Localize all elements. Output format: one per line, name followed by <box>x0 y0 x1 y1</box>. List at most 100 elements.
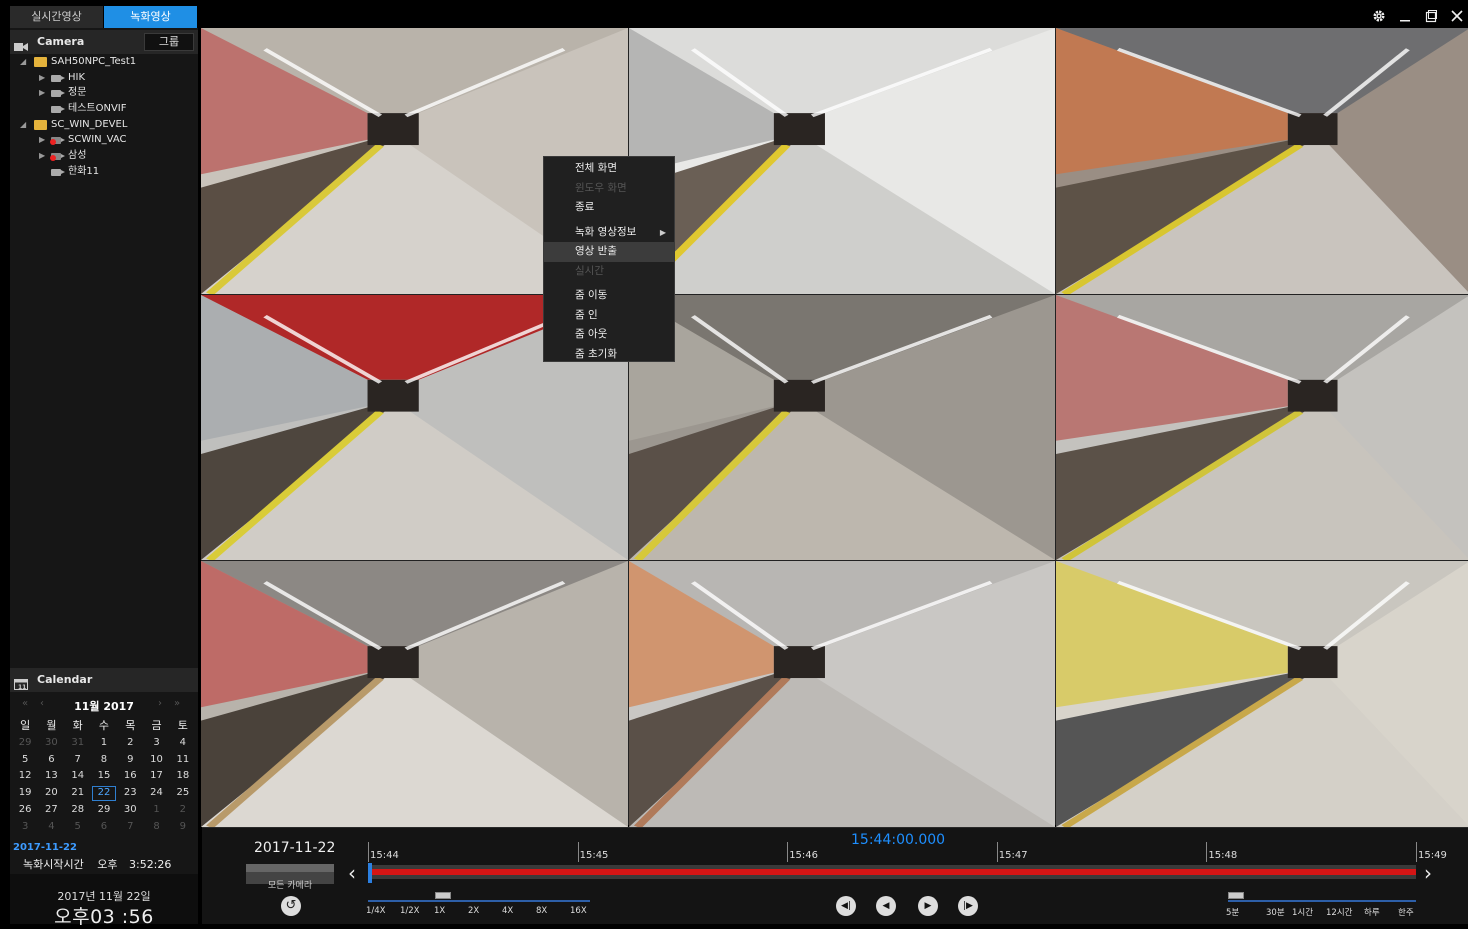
group-button[interactable]: 그룹 <box>144 33 194 51</box>
tree-node[interactable]: ◢ SC_WIN_DEVEL <box>10 117 198 133</box>
speed-option[interactable]: 1/4X <box>366 906 386 916</box>
calendar-day[interactable]: 28 <box>65 802 91 819</box>
video-tile[interactable] <box>1056 561 1468 827</box>
timeline-cursor[interactable] <box>368 863 372 883</box>
calendar-day-selected[interactable]: 22 <box>91 785 117 802</box>
calendar-day[interactable]: 19 <box>12 785 38 802</box>
calendar-day[interactable]: 9 <box>117 752 143 769</box>
play-icon[interactable]: ▶ <box>918 896 938 916</box>
timeline-track[interactable] <box>368 865 1416 879</box>
expand-arrow-icon[interactable]: ▶ <box>39 70 45 86</box>
calendar-day[interactable]: 8 <box>143 819 169 836</box>
range-option[interactable]: 하루 <box>1364 906 1380 918</box>
next-year-icon[interactable]: » <box>174 698 180 709</box>
video-tile[interactable] <box>1056 28 1468 294</box>
calendar-day[interactable]: 26 <box>12 802 38 819</box>
gear-icon[interactable] <box>1372 9 1386 23</box>
calendar-day[interactable]: 6 <box>38 752 64 769</box>
calendar-day[interactable]: 31 <box>65 735 91 752</box>
speed-option[interactable]: 8X <box>536 906 547 916</box>
expand-arrow-icon[interactable]: ▶ <box>39 85 45 101</box>
calendar-day[interactable]: 23 <box>117 785 143 802</box>
calendar-day[interactable]: 2 <box>117 735 143 752</box>
calendar-day[interactable]: 15 <box>91 768 117 785</box>
calendar-day[interactable]: 10 <box>143 752 169 769</box>
calendar-day[interactable]: 29 <box>12 735 38 752</box>
close-icon[interactable] <box>1450 9 1464 23</box>
range-option[interactable]: 한주 <box>1398 906 1414 918</box>
tab-playback[interactable]: 녹화영상 <box>104 6 198 28</box>
calendar-day[interactable]: 4 <box>38 819 64 836</box>
calendar-day[interactable]: 4 <box>170 735 196 752</box>
context-menu-item[interactable]: 줌 인 <box>544 306 674 326</box>
next-month-icon[interactable]: › <box>158 698 162 709</box>
maximize-icon[interactable] <box>1424 9 1438 23</box>
step-forward-icon[interactable]: |▶ <box>958 896 978 916</box>
context-menu-item[interactable]: 줌 초기화 <box>544 345 674 365</box>
calendar-day[interactable]: 1 <box>143 802 169 819</box>
calendar-day[interactable]: 27 <box>38 802 64 819</box>
history-icon[interactable]: ↺ <box>281 896 301 916</box>
range-option[interactable]: 12시간 <box>1326 906 1352 918</box>
calendar-day[interactable]: 1 <box>91 735 117 752</box>
calendar-day[interactable]: 7 <box>65 752 91 769</box>
calendar-day[interactable]: 18 <box>170 768 196 785</box>
step-back-icon[interactable]: ◀| <box>836 896 856 916</box>
context-menu-item[interactable]: 줌 이동 <box>544 286 674 306</box>
calendar-day[interactable]: 3 <box>12 819 38 836</box>
calendar-day[interactable]: 20 <box>38 785 64 802</box>
calendar-day[interactable]: 13 <box>38 768 64 785</box>
calendar-day[interactable]: 29 <box>91 802 117 819</box>
calendar-day[interactable]: 11 <box>170 752 196 769</box>
calendar-day[interactable]: 6 <box>91 819 117 836</box>
tree-node[interactable]: ◢ SAH50NPC_Test1 <box>10 54 198 70</box>
tree-node[interactable]: ▶ 삼성 <box>10 148 198 164</box>
expanded-arrow-icon[interactable]: ◢ <box>20 117 26 133</box>
calendar-day[interactable]: 14 <box>65 768 91 785</box>
speed-slider[interactable] <box>368 900 590 902</box>
range-option[interactable]: 30분 <box>1266 906 1285 918</box>
zoom-range-thumb[interactable] <box>1228 892 1244 899</box>
speed-option[interactable]: 16X <box>570 906 587 916</box>
calendar-day[interactable]: 5 <box>12 752 38 769</box>
video-tile[interactable] <box>629 295 1055 560</box>
video-tile[interactable] <box>1056 295 1468 560</box>
calendar-day[interactable]: 30 <box>38 735 64 752</box>
expanded-arrow-icon[interactable]: ◢ <box>20 54 26 70</box>
calendar-day[interactable]: 17 <box>143 768 169 785</box>
prev-year-icon[interactable]: « <box>22 698 28 709</box>
prev-month-icon[interactable]: ‹ <box>40 698 44 709</box>
calendar-day[interactable]: 25 <box>170 785 196 802</box>
tree-node[interactable]: ▶ 정문 <box>10 85 198 101</box>
speed-option[interactable]: 4X <box>502 906 513 916</box>
speed-option[interactable]: 1X <box>434 906 445 916</box>
expand-arrow-icon[interactable]: ▶ <box>39 132 45 148</box>
tree-node[interactable]: 한화11 <box>10 164 198 180</box>
speed-slider-thumb[interactable] <box>435 892 451 899</box>
calendar-day[interactable]: 16 <box>117 768 143 785</box>
context-menu-item[interactable]: 종료 <box>544 198 674 218</box>
tree-node[interactable]: 테스트ONVIF <box>10 101 198 117</box>
minimize-icon[interactable] <box>1398 9 1412 23</box>
all-cameras-button[interactable]: 모든 카메라 <box>246 864 334 891</box>
context-menu-item[interactable]: 전체 화면 <box>544 159 674 179</box>
context-menu-item[interactable]: 줌 아웃 <box>544 325 674 345</box>
calendar-day[interactable]: 24 <box>143 785 169 802</box>
calendar-day[interactable]: 5 <box>65 819 91 836</box>
calendar-day[interactable]: 2 <box>170 802 196 819</box>
tab-live[interactable]: 실시간영상 <box>10 6 104 28</box>
calendar-day[interactable]: 7 <box>117 819 143 836</box>
expand-arrow-icon[interactable]: ▶ <box>39 148 45 164</box>
context-menu-item[interactable]: 영상 반출 <box>544 242 674 262</box>
calendar-day[interactable]: 8 <box>91 752 117 769</box>
context-menu-item[interactable]: 녹화 영상정보 ▶ <box>544 223 674 243</box>
calendar-day[interactable]: 12 <box>12 768 38 785</box>
range-option[interactable]: 1시간 <box>1292 906 1313 918</box>
speed-option[interactable]: 2X <box>468 906 479 916</box>
video-tile[interactable] <box>629 28 1055 294</box>
tree-node[interactable]: ▶ SCWIN_VAC <box>10 132 198 148</box>
calendar-day[interactable]: 3 <box>143 735 169 752</box>
timeline-prev-icon[interactable]: ‹ <box>348 863 356 883</box>
calendar-day[interactable]: 21 <box>65 785 91 802</box>
speed-option[interactable]: 1/2X <box>400 906 420 916</box>
